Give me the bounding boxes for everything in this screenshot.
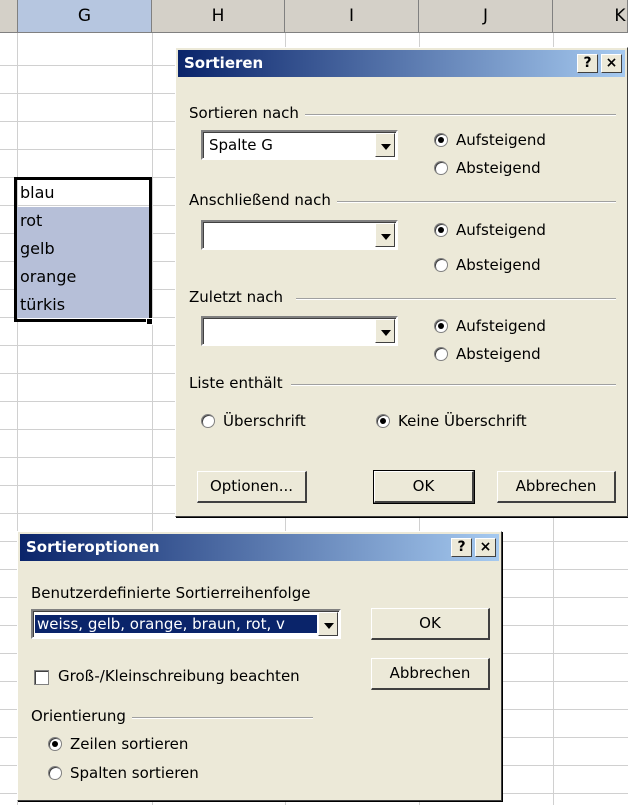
sort-by-value: Spalte G bbox=[209, 136, 273, 154]
fill-handle[interactable] bbox=[146, 318, 153, 325]
radio-label: Absteigend bbox=[456, 256, 541, 274]
chevron-down-icon[interactable] bbox=[375, 133, 395, 157]
ok-button[interactable]: OK bbox=[373, 470, 475, 504]
case-sensitive-label: Groß-/Kleinschreibung beachten bbox=[58, 667, 300, 685]
last-by-label: Zuletzt nach bbox=[189, 288, 290, 306]
orientation-label: Orientierung bbox=[31, 707, 132, 725]
column-header-g[interactable]: G bbox=[18, 0, 152, 33]
cancel-button[interactable]: Abbrechen bbox=[497, 471, 616, 503]
case-sensitive-checkbox[interactable] bbox=[34, 670, 49, 685]
sort-dialog-title: Sortieren bbox=[184, 54, 264, 72]
group-divider bbox=[336, 201, 616, 203]
radio-label: Zeilen sortieren bbox=[70, 735, 189, 753]
sort-by-label: Sortieren nach bbox=[189, 104, 305, 122]
group-divider bbox=[291, 384, 616, 386]
sort-dialog-titlebar[interactable]: Sortieren ? × bbox=[178, 50, 625, 77]
radio-label: Spalten sortieren bbox=[70, 764, 199, 782]
group-divider bbox=[296, 298, 616, 300]
radio-label: Aufsteigend bbox=[456, 131, 546, 149]
radio-dot bbox=[48, 737, 62, 751]
then-by-label: Anschließend nach bbox=[189, 191, 337, 209]
custom-order-value: weiss, gelb, orange, braun, rot, v bbox=[35, 615, 317, 633]
column-headers: G H I J K bbox=[0, 0, 628, 33]
chevron-down-icon[interactable] bbox=[375, 223, 395, 247]
row-header-corner bbox=[0, 0, 18, 33]
custom-order-select[interactable]: weiss, gelb, orange, braun, rot, v bbox=[31, 609, 341, 639]
ok-button[interactable]: OK bbox=[371, 608, 490, 640]
selection-range bbox=[14, 177, 152, 322]
sort-options-dialog: Sortieroptionen ? × Benutzerdefinierte S… bbox=[17, 531, 502, 801]
last-by-select[interactable] bbox=[201, 316, 398, 346]
radio-dot bbox=[434, 347, 448, 361]
sort-by-select[interactable]: Spalte G bbox=[201, 130, 398, 160]
radio-dot bbox=[434, 223, 448, 237]
column-header-j[interactable]: J bbox=[419, 0, 553, 33]
radio-label: Keine Überschrift bbox=[398, 412, 527, 430]
close-button[interactable]: × bbox=[601, 54, 622, 73]
sort-dialog: Sortieren ? × Sortieren nach Spalte G Au… bbox=[175, 47, 628, 517]
radio-dot bbox=[434, 319, 448, 333]
help-button[interactable]: ? bbox=[577, 54, 598, 73]
radio-label: Aufsteigend bbox=[456, 221, 546, 239]
help-button[interactable]: ? bbox=[451, 538, 472, 557]
group-divider bbox=[128, 717, 313, 719]
chevron-down-icon[interactable] bbox=[375, 319, 395, 343]
then-by-select[interactable] bbox=[201, 220, 398, 250]
column-header-i[interactable]: I bbox=[285, 0, 419, 33]
sort-options-title: Sortieroptionen bbox=[26, 538, 160, 556]
radio-dot bbox=[434, 133, 448, 147]
column-header-k[interactable]: K bbox=[553, 0, 628, 33]
radio-label: Absteigend bbox=[456, 159, 541, 177]
group-divider bbox=[296, 114, 616, 116]
custom-order-label: Benutzerdefinierte Sortierreihenfolge bbox=[31, 584, 311, 602]
sort-options-titlebar[interactable]: Sortieroptionen ? × bbox=[20, 534, 499, 561]
radio-label: Absteigend bbox=[456, 345, 541, 363]
close-button[interactable]: × bbox=[475, 538, 496, 557]
list-contains-label: Liste enthält bbox=[189, 374, 289, 392]
column-header-h[interactable]: H bbox=[152, 0, 285, 33]
radio-dot bbox=[376, 414, 390, 428]
radio-dot bbox=[48, 766, 62, 780]
radio-dot bbox=[434, 258, 448, 272]
radio-label: Aufsteigend bbox=[456, 317, 546, 335]
radio-label: Überschrift bbox=[223, 412, 306, 430]
options-button[interactable]: Optionen... bbox=[197, 471, 307, 503]
radio-dot bbox=[434, 161, 448, 175]
cancel-button[interactable]: Abbrechen bbox=[371, 658, 490, 690]
chevron-down-icon[interactable] bbox=[318, 612, 338, 636]
radio-dot bbox=[201, 414, 215, 428]
